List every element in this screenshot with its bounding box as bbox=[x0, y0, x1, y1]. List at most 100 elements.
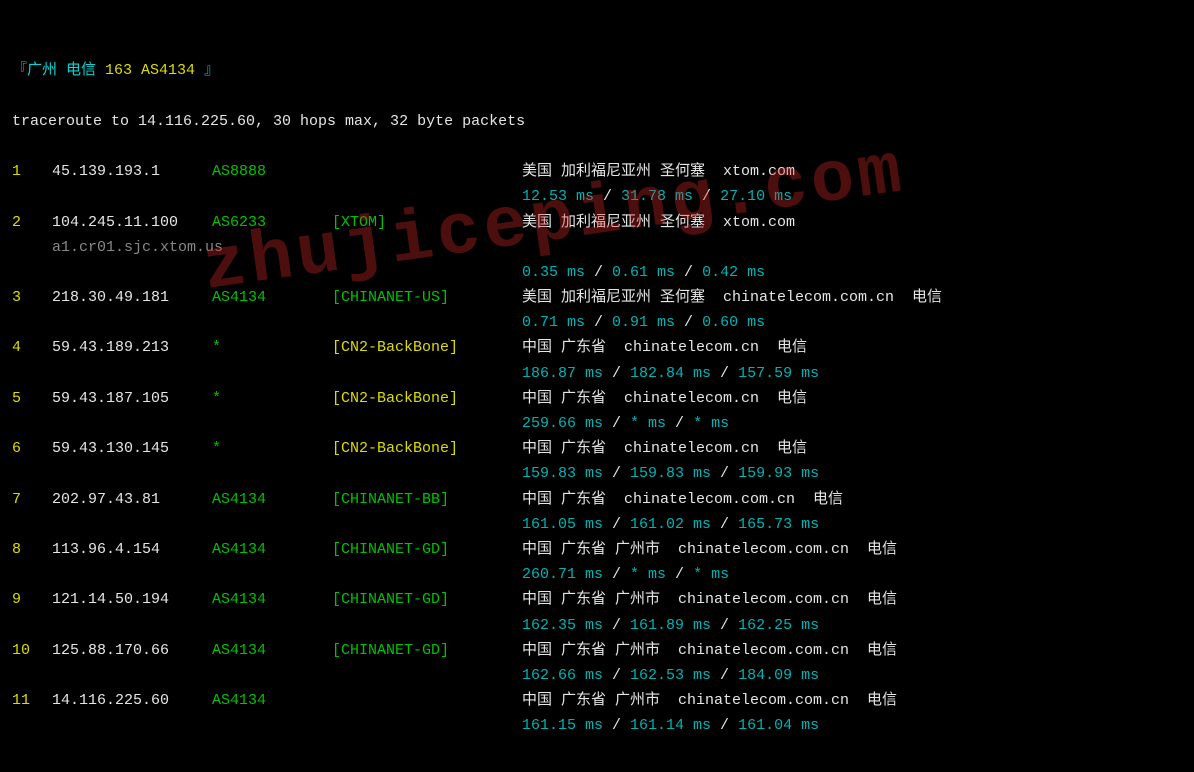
hop-time-value: 182.84 ms bbox=[630, 365, 711, 382]
hop-time-value: * ms bbox=[630, 566, 666, 583]
hop-row: 9121.14.50.194AS4134[CHINANET-GD]中国 广东省 … bbox=[12, 587, 1182, 612]
hop-netname: [CHINANET-GD] bbox=[332, 638, 522, 663]
hop-timings-row: 162.66 ms / 162.53 ms / 184.09 ms bbox=[12, 663, 1182, 688]
hop-timings: 0.71 ms / 0.91 ms / 0.60 ms bbox=[522, 310, 765, 335]
hop-ip: 14.116.225.60 bbox=[52, 688, 212, 713]
hop-netname: [CHINANET-GD] bbox=[332, 587, 522, 612]
hop-row: 10125.88.170.66AS4134[CHINANET-GD]中国 广东省… bbox=[12, 638, 1182, 663]
hop-time-value: 165.73 ms bbox=[738, 516, 819, 533]
header-location: 广州 电信 bbox=[27, 62, 96, 79]
hop-time-value: 162.53 ms bbox=[630, 667, 711, 684]
hop-time-value: 27.10 ms bbox=[720, 188, 792, 205]
header-line: 『广州 电信 163 AS4134 』 bbox=[12, 58, 1182, 83]
hop-row: 7202.97.43.81AS4134[CHINANET-BB]中国 广东省 c… bbox=[12, 487, 1182, 512]
traceroute-command: traceroute to 14.116.225.60, 30 hops max… bbox=[12, 109, 1182, 134]
hop-netname: [CN2-BackBone] bbox=[332, 386, 522, 411]
hop-asn: AS4134 bbox=[212, 638, 332, 663]
hop-location: 中国 广东省 chinatelecom.cn 电信 bbox=[522, 386, 807, 411]
hop-location: 中国 广东省 广州市 chinatelecom.com.cn 电信 bbox=[522, 537, 897, 562]
hop-time-value: 0.60 ms bbox=[702, 314, 765, 331]
hop-time-value: 161.14 ms bbox=[630, 717, 711, 734]
hop-timings: 162.66 ms / 162.53 ms / 184.09 ms bbox=[522, 663, 819, 688]
hop-number: 3 bbox=[12, 285, 52, 310]
hop-netname: [CHINANET-GD] bbox=[332, 537, 522, 562]
hop-ip: 125.88.170.66 bbox=[52, 638, 212, 663]
hop-number: 8 bbox=[12, 537, 52, 562]
hop-timings: 0.35 ms / 0.61 ms / 0.42 ms bbox=[522, 260, 765, 285]
hop-timings-row: 0.35 ms / 0.61 ms / 0.42 ms bbox=[12, 260, 1182, 285]
hop-ip: 104.245.11.100 bbox=[52, 210, 212, 235]
terminal-output: zhujiceping.com 『广州 电信 163 AS4134 』 trac… bbox=[0, 0, 1194, 772]
hop-asn: AS8888 bbox=[212, 159, 332, 184]
hop-netname: [CHINANET-US] bbox=[332, 285, 522, 310]
hop-timings: 159.83 ms / 159.83 ms / 159.93 ms bbox=[522, 461, 819, 486]
hop-location: 中国 广东省 广州市 chinatelecom.com.cn 电信 bbox=[522, 587, 897, 612]
hop-number: 11 bbox=[12, 688, 52, 713]
hop-number: 4 bbox=[12, 335, 52, 360]
hop-time-value: 259.66 ms bbox=[522, 415, 603, 432]
hop-timings-row: 259.66 ms / * ms / * ms bbox=[12, 411, 1182, 436]
hop-ip: 113.96.4.154 bbox=[52, 537, 212, 562]
hop-location: 中国 广东省 chinatelecom.cn 电信 bbox=[522, 436, 807, 461]
hop-netname bbox=[332, 159, 522, 184]
hop-ip: 121.14.50.194 bbox=[52, 587, 212, 612]
hop-time-value: 161.15 ms bbox=[522, 717, 603, 734]
hop-timings: 161.15 ms / 161.14 ms / 161.04 ms bbox=[522, 713, 819, 738]
hop-location: 中国 广东省 chinatelecom.cn 电信 bbox=[522, 335, 807, 360]
hop-timings-row: 162.35 ms / 161.89 ms / 162.25 ms bbox=[12, 613, 1182, 638]
hop-netname bbox=[332, 688, 522, 713]
hop-timings: 12.53 ms / 31.78 ms / 27.10 ms bbox=[522, 184, 792, 209]
hop-location: 美国 加利福尼亚州 圣何塞 xtom.com bbox=[522, 210, 795, 235]
hop-asn: * bbox=[212, 386, 332, 411]
hop-number: 9 bbox=[12, 587, 52, 612]
hop-ip: 202.97.43.81 bbox=[52, 487, 212, 512]
hop-timings: 186.87 ms / 182.84 ms / 157.59 ms bbox=[522, 361, 819, 386]
hop-timings: 260.71 ms / * ms / * ms bbox=[522, 562, 729, 587]
hop-asn: AS4134 bbox=[212, 285, 332, 310]
hop-row: 1114.116.225.60AS4134中国 广东省 广州市 chinatel… bbox=[12, 688, 1182, 713]
hop-time-value: 0.61 ms bbox=[612, 264, 675, 281]
hop-time-value: 161.02 ms bbox=[630, 516, 711, 533]
hop-time-value: 186.87 ms bbox=[522, 365, 603, 382]
hop-timings-row: 161.15 ms / 161.14 ms / 161.04 ms bbox=[12, 713, 1182, 738]
hop-location: 中国 广东省 广州市 chinatelecom.com.cn 电信 bbox=[522, 638, 897, 663]
hop-row: 8113.96.4.154AS4134[CHINANET-GD]中国 广东省 广… bbox=[12, 537, 1182, 562]
hop-time-value: * ms bbox=[630, 415, 666, 432]
hop-asn: AS4134 bbox=[212, 587, 332, 612]
hop-time-value: 159.83 ms bbox=[630, 465, 711, 482]
hop-location: 中国 广东省 chinatelecom.com.cn 电信 bbox=[522, 487, 843, 512]
hop-number: 5 bbox=[12, 386, 52, 411]
hop-asn: * bbox=[212, 335, 332, 360]
hop-time-value: 157.59 ms bbox=[738, 365, 819, 382]
hop-time-value: 159.83 ms bbox=[522, 465, 603, 482]
hop-ip: 59.43.189.213 bbox=[52, 335, 212, 360]
hop-timings-row: 0.71 ms / 0.91 ms / 0.60 ms bbox=[12, 310, 1182, 335]
hop-time-value: * ms bbox=[693, 415, 729, 432]
hop-asn: AS4134 bbox=[212, 487, 332, 512]
header-suffix: 』 bbox=[204, 62, 219, 79]
hop-netname: [CN2-BackBone] bbox=[332, 335, 522, 360]
hop-time-value: 161.05 ms bbox=[522, 516, 603, 533]
hop-time-value: * ms bbox=[693, 566, 729, 583]
hop-location: 中国 广东省 广州市 chinatelecom.com.cn 电信 bbox=[522, 688, 897, 713]
hop-time-value: 0.35 ms bbox=[522, 264, 585, 281]
hop-row: 2104.245.11.100AS6233[XTOM]美国 加利福尼亚州 圣何塞… bbox=[12, 210, 1182, 235]
header-prefix: 『 bbox=[12, 62, 27, 79]
hop-time-value: 161.89 ms bbox=[630, 617, 711, 634]
hop-time-value: 162.66 ms bbox=[522, 667, 603, 684]
hop-ip: 45.139.193.1 bbox=[52, 159, 212, 184]
hop-number: 6 bbox=[12, 436, 52, 461]
hop-asn: AS4134 bbox=[212, 537, 332, 562]
hop-netname: [CHINANET-BB] bbox=[332, 487, 522, 512]
hop-location: 美国 加利福尼亚州 圣何塞 chinatelecom.com.cn 电信 bbox=[522, 285, 942, 310]
hop-timings-row: 12.53 ms / 31.78 ms / 27.10 ms bbox=[12, 184, 1182, 209]
hop-row: 3218.30.49.181AS4134[CHINANET-US]美国 加利福尼… bbox=[12, 285, 1182, 310]
hop-timings: 162.35 ms / 161.89 ms / 162.25 ms bbox=[522, 613, 819, 638]
hops-container: 145.139.193.1AS8888美国 加利福尼亚州 圣何塞 xtom.co… bbox=[12, 159, 1182, 738]
hop-hostname: a1.cr01.sjc.xtom.us bbox=[52, 235, 223, 260]
hop-time-value: 159.93 ms bbox=[738, 465, 819, 482]
hop-ip: 218.30.49.181 bbox=[52, 285, 212, 310]
hop-time-value: 31.78 ms bbox=[621, 188, 693, 205]
hop-ip: 59.43.130.145 bbox=[52, 436, 212, 461]
hop-asn: AS6233 bbox=[212, 210, 332, 235]
